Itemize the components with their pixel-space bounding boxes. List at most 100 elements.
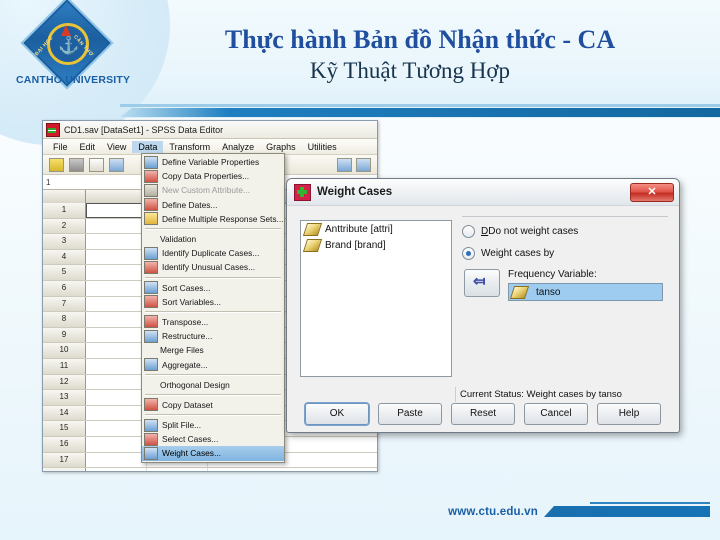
menu-item-define-dates[interactable]: Define Dates... (142, 198, 284, 212)
table-cell[interactable] (86, 390, 147, 405)
row-header[interactable]: 4 (43, 249, 86, 265)
identify-unusual-cases-icon (144, 260, 158, 274)
menu-file[interactable]: File (47, 141, 74, 153)
weight-cases-toolbar-icon[interactable] (356, 157, 371, 172)
row-header[interactable]: 18 (43, 468, 86, 471)
menu-graphs[interactable]: Graphs (260, 141, 302, 153)
radio-button-icon[interactable] (462, 225, 475, 238)
table-cell[interactable] (86, 249, 147, 265)
menu-item-identify-unusual-cases[interactable]: Identify Unusual Cases... (142, 260, 284, 274)
footer-accent-line (590, 502, 710, 504)
recall-dialog-icon[interactable] (109, 157, 124, 172)
table-row[interactable]: 1825 (43, 468, 377, 471)
menu-item-copy-dataset[interactable]: Copy Dataset (142, 398, 284, 412)
reset-button[interactable]: Reset (451, 403, 515, 425)
menu-item-label: Orthogonal Design (160, 379, 230, 390)
table-cell[interactable] (86, 468, 147, 471)
table-cell[interactable] (86, 374, 147, 390)
menu-item-label: Aggregate... (162, 359, 208, 370)
row-header[interactable]: 7 (43, 296, 86, 312)
menu-data[interactable]: Data (132, 140, 164, 153)
menu-edit[interactable]: Edit (74, 141, 102, 153)
row-header[interactable]: 8 (43, 312, 86, 327)
menu-utilities[interactable]: Utilities (302, 141, 343, 153)
row-header[interactable]: 16 (43, 436, 86, 452)
radio-weight-cases-by[interactable]: Weight cases by (462, 247, 668, 260)
close-icon[interactable]: ✕ (630, 182, 674, 202)
toolbar-right-group (337, 157, 377, 172)
open-file-icon[interactable] (49, 157, 64, 172)
menu-item-sort-variables[interactable]: Sort Variables... (142, 295, 284, 309)
menu-item-split-file[interactable]: Split File... (142, 418, 284, 432)
variable-list[interactable]: Anttribute [attri] Brand [brand] (300, 220, 452, 377)
table-cell[interactable] (86, 296, 147, 312)
row-header[interactable]: 3 (43, 234, 86, 249)
print-icon[interactable] (89, 157, 104, 172)
table-cell[interactable] (86, 280, 147, 296)
menu-item-copy-data-properties[interactable]: Copy Data Properties... (142, 169, 284, 183)
table-cell[interactable] (86, 358, 147, 374)
menu-item-restructure[interactable]: Restructure... (142, 329, 284, 343)
menu-item-sort-cases[interactable]: Sort Cases... (142, 281, 284, 295)
help-button[interactable]: Help (597, 403, 661, 425)
table-cell[interactable] (86, 343, 147, 358)
menu-item-transpose[interactable]: Transpose... (142, 315, 284, 329)
row-header[interactable]: 12 (43, 374, 86, 390)
table-cell[interactable] (86, 312, 147, 327)
row-header[interactable]: 14 (43, 405, 86, 421)
menu-item-no-icon (144, 234, 156, 245)
menu-item-merge-files[interactable]: Merge Files (142, 343, 284, 357)
menu-item-label: Define Dates... (162, 199, 218, 210)
paste-button[interactable]: Paste (378, 403, 442, 425)
menu-item-define-multiple-response-sets[interactable]: Define Multiple Response Sets... (142, 212, 284, 226)
weight-cases-dialog[interactable]: Weight Cases ✕ Anttribute [attri] Brand … (286, 178, 680, 433)
menu-item-weight-cases[interactable]: Weight Cases... (142, 446, 284, 461)
table-cell[interactable] (86, 265, 147, 280)
table-cell[interactable] (86, 327, 147, 343)
table-cell[interactable] (86, 218, 147, 234)
row-header[interactable]: 11 (43, 358, 86, 374)
menu-item-define-variable-properties[interactable]: Define Variable Properties (142, 155, 284, 169)
list-item[interactable]: Brand [brand] (301, 237, 451, 253)
move-variable-arrow-icon[interactable]: ⤆ (464, 269, 500, 297)
row-header[interactable]: 5 (43, 265, 86, 280)
radio-button-icon[interactable] (462, 247, 475, 260)
cancel-button[interactable]: Cancel (524, 403, 588, 425)
menu-item-identify-duplicate-cases[interactable]: Identify Duplicate Cases... (142, 246, 284, 260)
row-header[interactable]: 1 (43, 203, 86, 218)
table-cell[interactable] (86, 452, 147, 468)
dialog-titlebar[interactable]: Weight Cases ✕ (287, 179, 679, 206)
table-cell[interactable] (86, 203, 147, 218)
table-cell[interactable] (86, 234, 147, 249)
value-labels-icon[interactable] (337, 157, 352, 172)
save-icon[interactable] (69, 157, 84, 172)
table-cell[interactable] (86, 421, 147, 436)
grid-column-header-1[interactable] (86, 190, 143, 203)
row-header[interactable]: 10 (43, 343, 86, 358)
frequency-variable-input[interactable]: tanso (508, 283, 663, 301)
ok-button[interactable]: OK (305, 403, 369, 425)
menu-analyze[interactable]: Analyze (216, 141, 260, 153)
menu-item-validation[interactable]: Validation (142, 232, 284, 246)
table-cell[interactable] (86, 405, 147, 421)
menu-transform[interactable]: Transform (163, 141, 216, 153)
row-header[interactable]: 13 (43, 390, 86, 405)
radio-do-not-weight-cases[interactable]: DDo not weight cases (462, 225, 668, 238)
menu-item-label: Sort Variables... (162, 296, 221, 307)
menu-item-aggregate[interactable]: Aggregate... (142, 357, 284, 372)
copy-dataset-icon (144, 398, 158, 412)
row-header[interactable]: 6 (43, 280, 86, 296)
data-menu-dropdown[interactable]: Define Variable Properties Copy Data Prop… (141, 153, 285, 463)
menu-view[interactable]: View (101, 141, 132, 153)
row-header[interactable]: 15 (43, 421, 86, 436)
menu-item-orthogonal-design[interactable]: Orthogonal Design (142, 378, 284, 392)
row-header[interactable]: 9 (43, 327, 86, 343)
menu-item-select-cases[interactable]: Select Cases... (142, 432, 284, 446)
row-header[interactable]: 2 (43, 218, 86, 234)
row-header[interactable]: 17 (43, 452, 86, 468)
list-item[interactable]: Anttribute [attri] (301, 221, 451, 237)
spss-titlebar[interactable]: CD1.sav [DataSet1] - SPSS Data Editor (43, 121, 377, 139)
radio-label: DDo not weight cases (481, 226, 579, 237)
table-cell[interactable]: 25 (147, 468, 208, 471)
table-cell[interactable] (86, 436, 147, 452)
